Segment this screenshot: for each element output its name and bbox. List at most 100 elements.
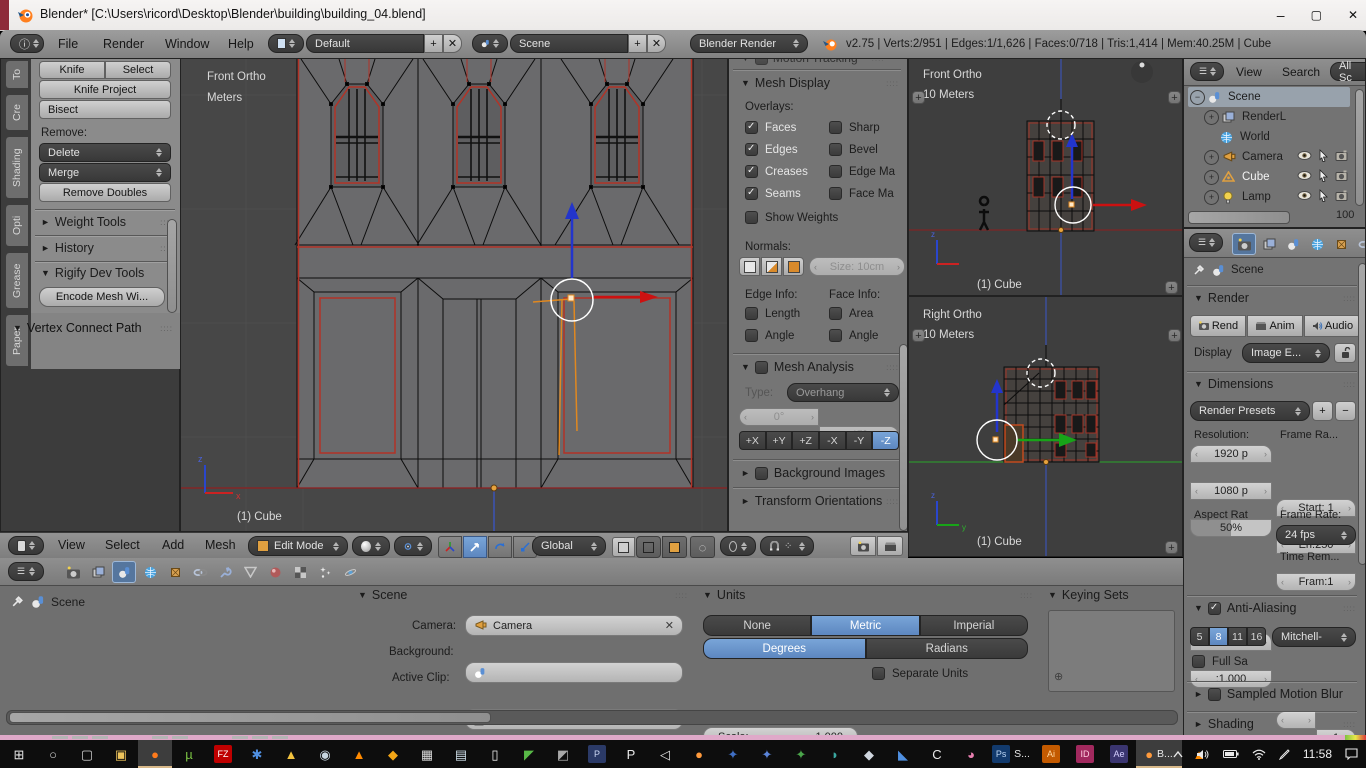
- dimensions-panel-header[interactable]: ▼ Dimensions::::: [1194, 377, 1356, 391]
- viewport-tr-plus-left[interactable]: +: [912, 91, 925, 104]
- taskbar-task-view[interactable]: ▢: [70, 740, 104, 768]
- resolution-y-field[interactable]: ‹ 1080 p ›: [1190, 482, 1272, 500]
- taskbar-start[interactable]: ⊞: [2, 740, 36, 768]
- view-menu[interactable]: View: [58, 538, 85, 552]
- taskbar-firefox[interactable]: ●: [138, 740, 172, 768]
- pivot-select[interactable]: [394, 536, 432, 556]
- encode-mesh-button[interactable]: Encode Mesh Wi...: [39, 287, 165, 307]
- motion-tracking-panel-header[interactable]: ▼ Motion Tracking::::: [741, 59, 885, 65]
- selectability-icon[interactable]: [1318, 189, 1329, 205]
- screen-layout-button[interactable]: [268, 34, 304, 53]
- taskbar-steam[interactable]: ◉: [308, 740, 342, 768]
- pin-icon[interactable]: [10, 594, 25, 609]
- outliner-v-scrollbar[interactable]: [1355, 89, 1364, 206]
- axis-toggle-negz[interactable]: -Z: [872, 431, 900, 450]
- selectability-icon[interactable]: [1318, 169, 1329, 185]
- scene-add-button[interactable]: +: [628, 34, 647, 53]
- preset-add-button[interactable]: +: [1312, 401, 1333, 421]
- render-still-button[interactable]: Rend: [1190, 315, 1246, 337]
- texture-context-tab[interactable]: [289, 562, 311, 582]
- aa-samples-5[interactable]: 5: [1190, 627, 1209, 646]
- viewport-br-plus-bottom[interactable]: +: [1165, 541, 1178, 554]
- manipulator-axis-toggle[interactable]: [438, 536, 462, 558]
- aa-samples-11[interactable]: 11: [1228, 627, 1247, 646]
- bisect-button[interactable]: Bisect: [39, 100, 171, 119]
- clock[interactable]: 11:58: [1303, 747, 1332, 761]
- manipulator-rotate-toggle[interactable]: [488, 536, 512, 558]
- viewport-br-plus-left[interactable]: +: [912, 329, 925, 342]
- battery-icon[interactable]: [1222, 749, 1239, 759]
- edges-checkbox[interactable]: [745, 143, 758, 156]
- scene-panel-header[interactable]: ▼ Scene::::: [358, 588, 688, 602]
- edge-select-mode-button[interactable]: [636, 536, 661, 558]
- render-context-tab[interactable]: [1232, 233, 1256, 255]
- selectability-icon[interactable]: [1318, 149, 1329, 165]
- taskbar-notepad[interactable]: ▤: [444, 740, 478, 768]
- face-angle-checkbox[interactable]: [829, 329, 842, 342]
- rigify-panel-header[interactable]: ▼ Rigify Dev Tools: [41, 266, 173, 280]
- mode-select[interactable]: Edit Mode: [248, 536, 348, 556]
- background-datablock-field[interactable]: [465, 662, 683, 683]
- taskbar-app-c[interactable]: C: [920, 740, 954, 768]
- taskbar-app-bird-green[interactable]: ✦: [784, 740, 818, 768]
- creases-checkbox[interactable]: [745, 165, 758, 178]
- edge-ma-checkbox[interactable]: [829, 165, 842, 178]
- scene-datablock[interactable]: Scene: [510, 34, 628, 53]
- background-images-panel-header[interactable]: ► Background Images: [741, 466, 899, 480]
- notification-center-icon[interactable]: [1345, 748, 1358, 760]
- unit-system-metric-button[interactable]: Metric: [811, 615, 920, 636]
- aa-samples-16[interactable]: 16: [1247, 627, 1266, 646]
- axis-toggle-posy[interactable]: +Y: [765, 431, 793, 450]
- normals-face-button[interactable]: [783, 257, 804, 276]
- frame-rate-select[interactable]: 24 fps: [1276, 525, 1356, 545]
- rotation-units-degrees-button[interactable]: Degrees: [703, 638, 866, 659]
- show-weights-checkbox[interactable]: [745, 211, 758, 224]
- manipulator-translate-toggle[interactable]: [463, 536, 487, 558]
- viewport-editor-type-button[interactable]: [8, 536, 44, 555]
- taskbar-after-effects[interactable]: Ae: [1102, 740, 1136, 768]
- normals-size-field[interactable]: ‹ Size: 10cm ›: [809, 257, 905, 276]
- sampled-motion-blur-checkbox[interactable]: [1207, 687, 1221, 701]
- add-menu[interactable]: Add: [162, 538, 184, 552]
- taskbar-vlc[interactable]: ▲: [342, 740, 376, 768]
- particles-context-tab[interactable]: [314, 562, 336, 582]
- anti-aliasing-checkbox[interactable]: [1207, 601, 1221, 615]
- mesh-menu[interactable]: Mesh: [205, 538, 236, 552]
- modifiers-context-tab[interactable]: [214, 562, 236, 582]
- unit-system-imperial-button[interactable]: Imperial: [919, 615, 1028, 636]
- scene-context-tab[interactable]: [112, 561, 136, 583]
- scene-close-button[interactable]: ✕: [647, 34, 666, 53]
- viewport-bottom-right[interactable]: z y Right Ortho 10 Meters (1) Cube + + +: [908, 296, 1183, 557]
- taskbar-calculator[interactable]: ▦: [410, 740, 444, 768]
- bevel-checkbox[interactable]: [829, 143, 842, 156]
- taskbar-app-dark[interactable]: ◩: [546, 740, 580, 768]
- outliner-item-camera[interactable]: + Camera: [1188, 147, 1350, 167]
- data-context-tab[interactable]: [239, 562, 261, 582]
- render-anim-button[interactable]: Anim: [1247, 315, 1303, 337]
- render-layers-context-tab[interactable]: [87, 562, 109, 582]
- faces-checkbox[interactable]: [745, 121, 758, 134]
- menu-window[interactable]: Window: [165, 37, 209, 51]
- tool-shelf-tab-cre[interactable]: Cre: [5, 95, 29, 131]
- preset-remove-button[interactable]: −: [1335, 401, 1356, 421]
- constraints-context-tab[interactable]: [189, 562, 211, 582]
- display-lock-button[interactable]: [1334, 343, 1356, 363]
- taskbar-google-drive[interactable]: ▲: [274, 740, 308, 768]
- expander-icon[interactable]: +: [1204, 109, 1219, 125]
- viewport-shading-select[interactable]: [352, 536, 390, 556]
- close-button[interactable]: ✕: [1348, 8, 1358, 22]
- sampled-motion-blur-panel-header[interactable]: ► Sampled Motion Blur: [1194, 687, 1356, 701]
- pin-icon[interactable]: [1192, 263, 1206, 277]
- vertex-connect-path-header[interactable]: ▼ Vertex Connect Path::::: [13, 321, 173, 335]
- history-panel-header[interactable]: ►History::::: [41, 241, 173, 255]
- visibility-icon[interactable]: [1297, 150, 1312, 164]
- snap-select[interactable]: ⁘: [760, 536, 814, 556]
- taskbar-app-bird-blue2[interactable]: ✦: [750, 740, 784, 768]
- taskbar-blender-small[interactable]: ●: [682, 740, 716, 768]
- scene-context-tab[interactable]: [1282, 234, 1304, 254]
- maximize-button[interactable]: ▢: [1311, 8, 1322, 22]
- pen-icon[interactable]: [1278, 748, 1290, 760]
- axis-toggle-posz[interactable]: +Z: [792, 431, 820, 450]
- axis-toggle-posx[interactable]: +X: [739, 431, 766, 450]
- editor-type-button[interactable]: ⓘ: [10, 34, 44, 53]
